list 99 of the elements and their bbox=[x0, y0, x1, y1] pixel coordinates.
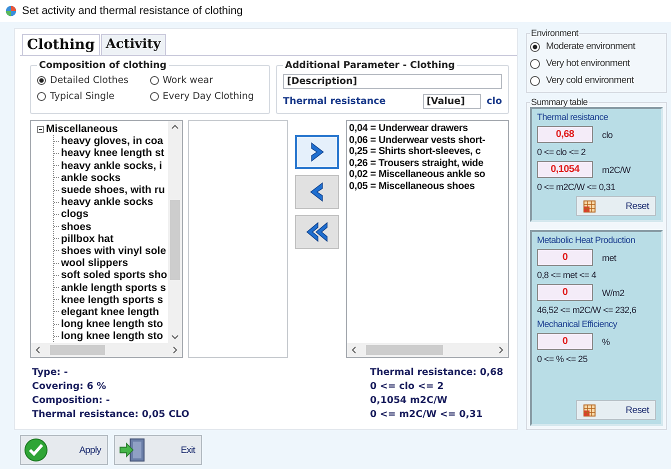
radio-icon[interactable] bbox=[530, 76, 540, 86]
window-title: Set activity and thermal resistance of clothing bbox=[22, 5, 243, 17]
tree-item[interactable]: heavy ankle socks, i bbox=[61, 160, 162, 172]
radio-option[interactable]: Typical Single bbox=[37, 91, 138, 102]
horizontal-scrollbar[interactable] bbox=[31, 343, 182, 357]
collapse-icon[interactable] bbox=[37, 126, 44, 133]
tree-item[interactable]: clogs bbox=[61, 208, 88, 220]
value-field[interactable]: [Value] bbox=[422, 94, 481, 109]
value-field: 0 bbox=[537, 284, 593, 301]
tree-item[interactable]: heavy knee length st bbox=[61, 147, 164, 160]
list-item[interactable]: 0,02 = Miscellaneous ankle so bbox=[349, 169, 506, 180]
chevron-right-icon bbox=[308, 141, 326, 163]
checkmark-icon bbox=[24, 438, 48, 462]
tree-item[interactable]: suede shoes, with ru bbox=[61, 184, 165, 196]
double-chevron-left-icon bbox=[305, 221, 329, 243]
list-item[interactable]: 0,25 = Shirts short-sleeves, c bbox=[349, 146, 506, 158]
range-text: 46,52 <= m2C/W <= 232,6 bbox=[537, 305, 638, 315]
radio-icon[interactable] bbox=[150, 76, 159, 85]
group-title: Environment bbox=[530, 28, 580, 38]
grid-icon bbox=[583, 200, 596, 212]
tree-item[interactable]: long knee length sto bbox=[61, 330, 164, 342]
field-label: Thermal resistance bbox=[283, 96, 386, 107]
range-text: 0 <= clo <= 2 bbox=[537, 147, 587, 157]
total-text: Thermal resistance: 0,68 bbox=[370, 367, 504, 378]
info-text: Covering: 6 % bbox=[32, 381, 108, 392]
apply-button[interactable]: Apply bbox=[20, 435, 108, 465]
unit-label: W/m2 bbox=[602, 288, 624, 298]
tree-item[interactable]: long knee length sto bbox=[61, 318, 164, 330]
list-item[interactable]: 0,26 = Trousers straight, wide bbox=[349, 158, 506, 169]
scroll-right-icon[interactable] bbox=[171, 346, 179, 354]
range-text: 0,8 <= met <= 4 bbox=[537, 270, 598, 280]
scroll-left-icon[interactable] bbox=[350, 346, 358, 354]
tree-item[interactable]: ankle length sports s bbox=[61, 282, 166, 294]
range-text: 0 <= m2C/W <= 0,31 bbox=[537, 182, 616, 192]
tab[interactable]: Activity bbox=[100, 34, 166, 55]
tree-item[interactable]: pillbox hat bbox=[61, 232, 114, 245]
unit-label: clo bbox=[602, 130, 613, 140]
value-field: 0,68 bbox=[537, 126, 593, 143]
radio-icon[interactable] bbox=[37, 92, 46, 101]
radio-option[interactable]: Very hot environment bbox=[530, 55, 663, 72]
add-button[interactable] bbox=[295, 135, 339, 169]
radio-icon[interactable] bbox=[530, 58, 540, 68]
remove-all-button[interactable] bbox=[295, 215, 339, 249]
description-field[interactable]: [Description] bbox=[283, 74, 502, 89]
unit-label: met bbox=[602, 252, 616, 262]
radio-icon[interactable] bbox=[37, 76, 46, 85]
exit-button[interactable]: Exit bbox=[114, 435, 202, 465]
reset-button[interactable]: Reset bbox=[576, 400, 656, 420]
radio-option[interactable]: Work wear bbox=[150, 75, 263, 86]
list-item[interactable]: 0,04 = Underwear drawers bbox=[349, 123, 506, 134]
range-text: 0 <= % <= 25 bbox=[537, 354, 588, 364]
value-field: 0 bbox=[537, 249, 593, 266]
horizontal-scrollbar[interactable] bbox=[347, 343, 508, 357]
tree-node[interactable]: Miscellaneous bbox=[46, 123, 118, 136]
radio-option[interactable]: Every Day Clothing bbox=[150, 91, 263, 102]
value-field: 0,1054 bbox=[537, 161, 593, 178]
tree-item[interactable]: heavy ankle socks bbox=[61, 196, 154, 208]
group-title: Summary table bbox=[530, 97, 589, 107]
total-text: 0 <= m2C/W <= 0,31 bbox=[370, 409, 484, 420]
tree-item[interactable]: ankle socks bbox=[61, 172, 121, 184]
unit-label: m2C/W bbox=[602, 164, 630, 174]
scroll-up-icon[interactable] bbox=[171, 123, 179, 131]
vertical-scrollbar[interactable] bbox=[168, 121, 182, 343]
radio-option[interactable]: Moderate environment bbox=[530, 38, 663, 55]
grid-icon bbox=[583, 404, 596, 416]
info-text: Composition: - bbox=[32, 395, 111, 406]
group-title: Composition of clothing bbox=[38, 60, 168, 71]
tree-item[interactable]: knee length sports s bbox=[61, 294, 164, 306]
list-item[interactable]: 0,06 = Underwear vests short- bbox=[349, 134, 506, 146]
tree-item[interactable]: shoes bbox=[61, 220, 92, 233]
total-text: 0,1054 m2C/W bbox=[370, 395, 448, 406]
tree-item[interactable]: soft soled sports sho bbox=[61, 269, 168, 282]
list-item[interactable]: 0,05 = Miscellaneous shoes bbox=[349, 180, 506, 192]
info-text: Thermal resistance: 0,05 CLO bbox=[32, 409, 190, 420]
remove-button[interactable] bbox=[295, 175, 339, 209]
group-title: Additional Parameter - Clothing bbox=[284, 60, 456, 71]
scroll-down-icon[interactable] bbox=[171, 333, 179, 341]
radio-icon[interactable] bbox=[150, 92, 159, 101]
tab[interactable]: Clothing bbox=[22, 34, 100, 55]
section-title: Thermal resistance bbox=[537, 112, 610, 122]
radio-option[interactable]: Detailed Clothes bbox=[37, 75, 138, 86]
unit-label: clo bbox=[486, 96, 502, 107]
reset-button[interactable]: Reset bbox=[576, 196, 656, 216]
unit-label: % bbox=[602, 336, 610, 346]
scroll-right-icon[interactable] bbox=[497, 346, 505, 354]
app-icon bbox=[5, 5, 17, 17]
section-title: Metabolic Heat Production bbox=[537, 235, 636, 245]
tree-item[interactable]: wool slippers bbox=[61, 257, 128, 270]
tree-item[interactable]: heavy gloves, in coa bbox=[61, 135, 164, 148]
tree-item[interactable]: shoes with vinyl sole bbox=[61, 244, 166, 257]
scroll-left-icon[interactable] bbox=[34, 346, 42, 354]
section-title: Mechanical Efficiency bbox=[537, 319, 618, 329]
radio-option[interactable]: Very cold environment bbox=[530, 72, 663, 89]
radio-icon[interactable] bbox=[530, 42, 540, 52]
total-text: 0 <= clo <= 2 bbox=[370, 381, 445, 392]
tree-item[interactable]: elegant knee length bbox=[61, 306, 160, 318]
info-text: Type: - bbox=[32, 367, 69, 378]
value-field: 0 bbox=[537, 333, 593, 350]
chevron-left-icon bbox=[308, 181, 326, 203]
